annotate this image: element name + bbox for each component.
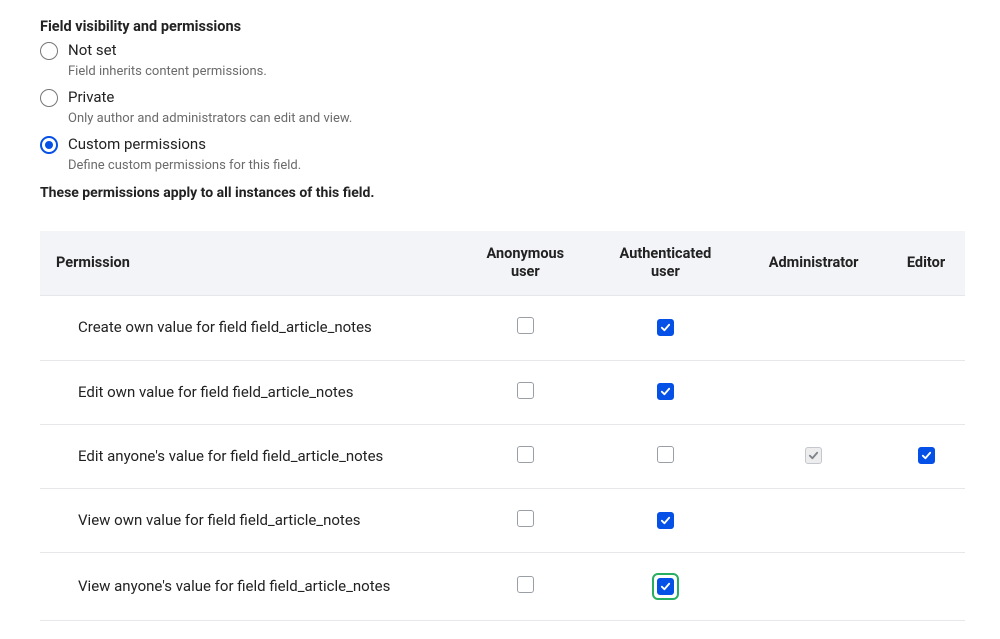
table-row: View anyone's value for field field_arti…: [40, 553, 965, 621]
radio-option-private[interactable]: Private Only author and administrators c…: [40, 88, 965, 132]
radio-input[interactable]: [40, 136, 58, 154]
table-row: Edit anyone's value for field field_arti…: [40, 424, 965, 488]
permission-cell: [460, 360, 591, 424]
permission-checkbox[interactable]: [517, 510, 534, 527]
col-authenticated-user: Authenticateduser: [591, 231, 741, 296]
table-row: Create own value for field field_article…: [40, 296, 965, 360]
permission-checkbox[interactable]: [657, 578, 674, 595]
permission-cell: [887, 489, 965, 553]
checkbox-focus-ring: [652, 573, 679, 600]
permission-label: View anyone's value for field field_arti…: [40, 553, 460, 621]
permission-label: Create own value for field field_article…: [40, 296, 460, 360]
table-header-row: Permission Anonymoususer Authenticatedus…: [40, 231, 965, 296]
permissions-table: Permission Anonymoususer Authenticatedus…: [40, 231, 965, 621]
permission-cell: [887, 360, 965, 424]
permission-cell: [460, 296, 591, 360]
permission-checkbox[interactable]: [517, 446, 534, 463]
radio-description: Field inherits content permissions.: [68, 64, 267, 79]
radio-label: Custom permissions: [68, 135, 301, 153]
permission-cell: [740, 424, 887, 488]
permission-cell: [460, 424, 591, 488]
permission-label: View own value for field field_article_n…: [40, 489, 460, 553]
col-editor: Editor: [887, 231, 965, 296]
permission-cell: [740, 553, 887, 621]
col-anonymous-user: Anonymoususer: [460, 231, 591, 296]
permission-checkbox[interactable]: [517, 576, 534, 593]
permission-cell: [591, 296, 741, 360]
permission-cell: [740, 489, 887, 553]
permission-cell: [740, 296, 887, 360]
table-row: Edit own value for field field_article_n…: [40, 360, 965, 424]
permission-label: Edit anyone's value for field field_arti…: [40, 424, 460, 488]
permission-checkbox[interactable]: [517, 317, 534, 334]
radio-input[interactable]: [40, 89, 58, 107]
radio-label: Not set: [68, 41, 267, 59]
permission-cell: [460, 489, 591, 553]
permission-cell: [740, 360, 887, 424]
permission-checkbox[interactable]: [657, 446, 674, 463]
radio-input[interactable]: [40, 42, 58, 60]
radio-label: Private: [68, 88, 352, 106]
permission-checkbox[interactable]: [517, 382, 534, 399]
permission-checkbox[interactable]: [657, 319, 674, 336]
radio-group: Not set Field inherits content permissio…: [40, 41, 965, 179]
permission-checkbox[interactable]: [657, 512, 674, 529]
radio-description: Only author and administrators can edit …: [68, 111, 352, 126]
permission-checkbox: [805, 447, 822, 464]
permission-cell: [887, 553, 965, 621]
permission-cell: [591, 360, 741, 424]
permission-cell: [591, 489, 741, 553]
radio-description: Define custom permissions for this field…: [68, 158, 301, 173]
radio-option-not-set[interactable]: Not set Field inherits content permissio…: [40, 41, 965, 85]
permission-checkbox[interactable]: [657, 383, 674, 400]
col-permission: Permission: [40, 231, 460, 296]
permission-checkbox[interactable]: [918, 447, 935, 464]
radio-option-custom-permissions[interactable]: Custom permissions Define custom permiss…: [40, 135, 965, 179]
col-administrator: Administrator: [740, 231, 887, 296]
permission-cell: [460, 553, 591, 621]
section-title: Field visibility and permissions: [40, 18, 965, 35]
table-row: View own value for field field_article_n…: [40, 489, 965, 553]
permission-cell: [887, 424, 965, 488]
permission-cell: [887, 296, 965, 360]
permission-cell: [591, 424, 741, 488]
permissions-note: These permissions apply to all instances…: [40, 185, 965, 201]
permission-label: Edit own value for field field_article_n…: [40, 360, 460, 424]
permission-cell: [591, 553, 741, 621]
